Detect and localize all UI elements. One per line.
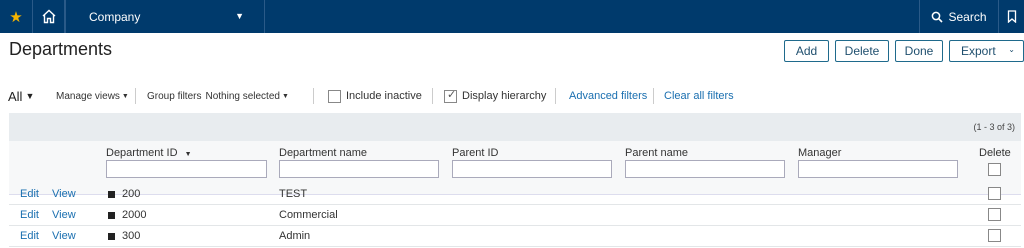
- department-id-cell: 200: [122, 188, 141, 200]
- manage-views-label: Manage views: [56, 90, 120, 102]
- department-name-cell: TEST: [279, 188, 308, 200]
- caret-down-icon: ▼: [281, 92, 289, 100]
- caret-down-icon: ▼: [25, 91, 35, 101]
- advanced-filters-link[interactable]: Advanced filters: [569, 86, 647, 106]
- department-name-filter-input[interactable]: [279, 160, 439, 178]
- row-delete-checkbox[interactable]: [988, 208, 1001, 221]
- table-row: Edit View 200 TEST: [9, 184, 1021, 205]
- search-button[interactable]: Search: [919, 0, 999, 33]
- hierarchy-node-icon: [108, 233, 115, 240]
- display-hierarchy-checkbox[interactable]: ✓: [444, 88, 457, 103]
- top-nav-bar: ★ Company ▼ Search: [0, 0, 1024, 33]
- departments-table: (1 - 3 of 3) Department ID ▼ Department …: [9, 113, 1021, 248]
- column-header-department-name[interactable]: Department name: [279, 147, 367, 159]
- caret-down-icon: ▼: [121, 92, 129, 100]
- done-button[interactable]: Done: [895, 40, 943, 62]
- table-count-bar: (1 - 3 of 3): [9, 113, 1021, 141]
- record-count: (1 - 3 of 3): [973, 122, 1015, 132]
- hierarchy-node-icon: [108, 191, 115, 198]
- export-button[interactable]: Export ⌄: [949, 40, 1024, 62]
- table-row: Edit View 2000 Commercial: [9, 205, 1021, 226]
- view-link[interactable]: View: [52, 209, 76, 221]
- divider: [313, 88, 314, 104]
- divider: [432, 88, 433, 104]
- home-icon-svg: [42, 9, 55, 24]
- department-name-cell: Admin: [279, 230, 311, 242]
- chevron-down-icon: ⌄: [1008, 45, 1015, 54]
- sort-desc-icon: ▼: [184, 151, 192, 158]
- display-hierarchy-toggle[interactable]: ✓ Display hierarchy: [444, 86, 546, 106]
- manage-views-dropdown[interactable]: Manage views ▼: [56, 86, 129, 106]
- include-inactive-toggle[interactable]: Include inactive: [328, 86, 422, 106]
- view-link[interactable]: View: [52, 230, 76, 242]
- table-row: Edit View 300 Admin: [9, 226, 1021, 247]
- column-header-manager[interactable]: Manager: [798, 147, 841, 159]
- checkmark-icon: ✓: [447, 88, 457, 101]
- manager-filter-input[interactable]: [798, 160, 958, 178]
- divider: [555, 88, 556, 104]
- company-label: Company: [89, 9, 141, 24]
- filter-bar: All ▼ Manage views ▼ Group filters Nothi…: [0, 86, 1024, 106]
- display-hierarchy-label: Display hierarchy: [462, 90, 547, 102]
- all-views-dropdown[interactable]: All ▼: [8, 86, 34, 106]
- group-filters-label: Group filters: [147, 90, 202, 102]
- add-button[interactable]: Add: [784, 40, 829, 62]
- row-delete-checkbox[interactable]: [988, 229, 1001, 242]
- search-icon: [932, 11, 944, 23]
- include-inactive-label: Include inactive: [346, 90, 422, 102]
- parent-name-filter-input[interactable]: [625, 160, 785, 178]
- column-header-delete: Delete: [979, 147, 1011, 159]
- favorites-star-icon[interactable]: ★: [0, 0, 33, 33]
- search-label: Search: [948, 9, 987, 24]
- bookmark-icon-svg: [1007, 10, 1016, 23]
- clear-all-filters-link[interactable]: Clear all filters: [664, 86, 734, 106]
- bookmark-icon[interactable]: [999, 0, 1024, 33]
- row-delete-checkbox[interactable]: [988, 187, 1001, 200]
- delete-all-checkbox[interactable]: [988, 163, 1001, 176]
- department-name-cell: Commercial: [279, 209, 338, 221]
- delete-button[interactable]: Delete: [835, 40, 889, 62]
- chevron-down-icon: ▼: [235, 11, 244, 21]
- department-id-filter-input[interactable]: [106, 160, 267, 178]
- edit-link[interactable]: Edit: [20, 209, 39, 221]
- department-id-cell: 300: [122, 230, 141, 242]
- edit-link[interactable]: Edit: [20, 188, 39, 200]
- group-filters-dropdown[interactable]: Group filters Nothing selected ▼: [147, 86, 289, 106]
- group-filters-value: Nothing selected: [205, 90, 280, 102]
- page-title: Departments: [9, 39, 113, 59]
- export-label: Export: [961, 44, 996, 58]
- all-label: All: [8, 88, 23, 104]
- department-id-header-label: Department ID: [106, 147, 178, 159]
- hierarchy-node-icon: [108, 212, 115, 219]
- edit-link[interactable]: Edit: [20, 230, 39, 242]
- include-inactive-checkbox[interactable]: [328, 89, 341, 103]
- divider: [653, 88, 654, 104]
- column-header-department-id[interactable]: Department ID ▼: [106, 147, 192, 159]
- view-link[interactable]: View: [52, 188, 76, 200]
- department-id-cell: 2000: [122, 209, 147, 221]
- divider: [135, 88, 136, 104]
- parent-id-filter-input[interactable]: [452, 160, 612, 178]
- column-header-parent-name[interactable]: Parent name: [625, 147, 688, 159]
- company-dropdown[interactable]: Company ▼: [65, 0, 265, 33]
- column-header-parent-id[interactable]: Parent ID: [452, 147, 498, 159]
- home-icon[interactable]: [33, 0, 65, 33]
